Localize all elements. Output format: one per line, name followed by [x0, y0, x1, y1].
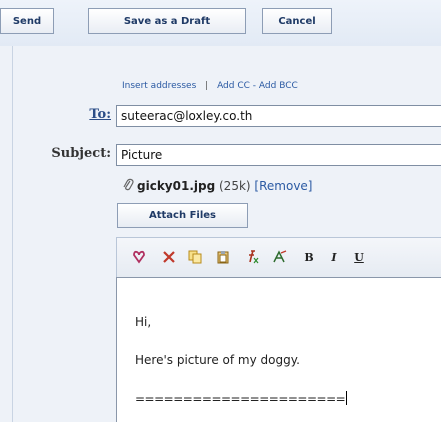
remove-attachment-link[interactable]: [Remove] [254, 179, 312, 193]
formatting-toolbar: B I U [116, 237, 441, 277]
insert-addresses-link[interactable]: Insert addresses [122, 81, 196, 91]
add-cc-link[interactable]: Add CC [217, 81, 250, 91]
to-label[interactable]: To: [89, 107, 111, 122]
subject-field[interactable] [116, 144, 441, 166]
message-line-text: ====================== [135, 392, 346, 406]
address-links: Insert addresses | Add CC - Add BCC [122, 81, 298, 91]
compose-toolbar: Send Save as a Draft Cancel [0, 0, 441, 47]
paperclip-icon [123, 178, 134, 191]
paste-icon[interactable] [213, 247, 233, 267]
underline-icon[interactable]: U [349, 247, 369, 267]
attachment-item: gicky01.jpg (25k) [Remove] [122, 178, 312, 193]
compose-window: Send Save as a Draft Cancel Insert addre… [0, 0, 441, 422]
attachment-size: (25k) [219, 179, 251, 193]
font-icon[interactable] [242, 247, 262, 267]
save-draft-button[interactable]: Save as a Draft [88, 8, 246, 34]
cc-bcc-separator: - [252, 81, 257, 91]
message-body-editor[interactable]: Hi, Here's picture of my doggy. ========… [116, 277, 441, 422]
attach-files-button[interactable]: Attach Files [117, 203, 248, 228]
add-bcc-link[interactable]: Add BCC [259, 81, 298, 91]
subject-label: Subject: [51, 146, 111, 161]
to-field[interactable] [116, 105, 441, 127]
divider [12, 46, 13, 422]
message-line: Here's picture of my doggy. [135, 353, 300, 367]
copy-icon[interactable] [185, 247, 205, 267]
send-button[interactable]: Send [0, 8, 54, 34]
link-separator: | [205, 81, 209, 91]
bold-icon[interactable]: B [299, 247, 319, 267]
italic-icon[interactable]: I [324, 247, 344, 267]
message-line: Hi, [135, 315, 152, 329]
spellcheck-icon[interactable] [129, 247, 149, 267]
message-line: ====================== [135, 391, 348, 406]
cancel-button[interactable]: Cancel [262, 8, 332, 34]
text-caret [346, 391, 348, 405]
cut-icon[interactable] [159, 247, 179, 267]
text-color-icon[interactable] [270, 247, 290, 267]
attachment-filename: gicky01.jpg [137, 179, 216, 193]
